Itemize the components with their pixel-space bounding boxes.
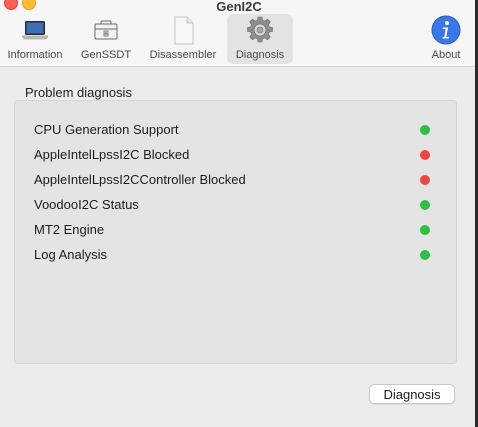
toolbar-item-genssdt[interactable]: GenSSDT — [76, 14, 136, 64]
status-indicator-error — [420, 150, 430, 160]
status-indicator-ok — [420, 125, 430, 135]
check-label: AppleIntelLpssI2C Blocked — [34, 147, 190, 162]
toolbar-item-about[interactable]: About — [421, 14, 471, 64]
toolbar-label-genssdt: GenSSDT — [80, 49, 132, 61]
check-label: AppleIntelLpssI2CController Blocked — [34, 172, 246, 187]
diagnosis-group-box: CPU Generation Support AppleIntelLpssI2C… — [14, 100, 457, 364]
window-title: GenI2C — [216, 0, 262, 14]
toolbox-icon — [94, 20, 118, 40]
toolbar-label-disassembler: Disassembler — [149, 49, 217, 61]
gear-icon — [247, 16, 273, 43]
status-indicator-ok — [420, 200, 430, 210]
check-label: CPU Generation Support — [34, 122, 179, 137]
section-title: Problem diagnosis — [25, 85, 132, 100]
toolbar-label-information: Information — [7, 49, 63, 61]
check-label: Log Analysis — [34, 247, 107, 262]
check-row-voodooi2c-status: VoodooI2C Status — [34, 195, 434, 215]
check-row-log-analysis: Log Analysis — [34, 245, 434, 265]
status-indicator-ok — [420, 250, 430, 260]
toolbar-label-about: About — [431, 49, 461, 61]
diagnosis-panel: Problem diagnosis CPU Generation Support… — [0, 67, 478, 427]
check-row-lpssi2c-blocked: AppleIntelLpssI2C Blocked — [34, 145, 434, 165]
check-row-cpu-generation: CPU Generation Support — [34, 120, 434, 140]
check-row-mt2-engine: MT2 Engine — [34, 220, 434, 240]
check-row-lpssi2c-controller-blocked: AppleIntelLpssI2CController Blocked — [34, 170, 434, 190]
info-icon — [431, 15, 461, 45]
toolbar-item-diagnosis[interactable]: Diagnosis — [227, 14, 293, 64]
toolbar-item-information[interactable]: Information — [0, 14, 70, 64]
laptop-icon — [21, 21, 49, 40]
status-indicator-error — [420, 175, 430, 185]
app-window: GenI2C Information GenSSDT Disassembler … — [0, 0, 478, 427]
toolbar-label-diagnosis: Diagnosis — [235, 49, 285, 61]
check-label: VoodooI2C Status — [34, 197, 139, 212]
status-indicator-ok — [420, 225, 430, 235]
toolbar-item-disassembler[interactable]: Disassembler — [143, 14, 223, 64]
check-label: MT2 Engine — [34, 222, 105, 237]
title-bar: GenI2C Information GenSSDT Disassembler … — [0, 0, 478, 67]
diagnosis-button[interactable]: Diagnosis — [369, 384, 455, 404]
document-icon — [174, 16, 194, 45]
